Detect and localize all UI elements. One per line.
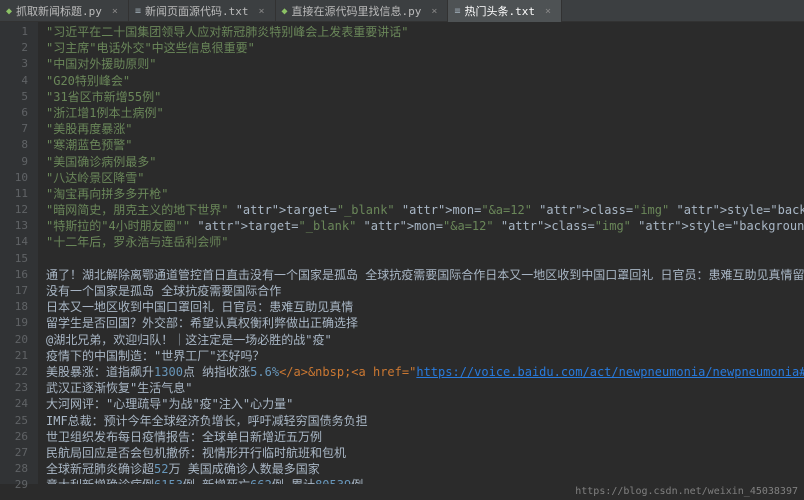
code-line: "十二年后，罗永浩与连岳利会师" [46,234,804,250]
text-file-icon: ≡ [135,6,141,17]
code-line: "G20特别峰会" [46,73,804,89]
line-number: 15 [0,251,28,267]
line-number: 25 [0,413,28,429]
code-line: 民航局回应是否会包机撤侨：视情形开行临时航班和包机 [46,445,804,461]
code-line: IMF总裁：预计今年全球经济负增长，呼吁减轻穷国债务负担 [46,413,804,429]
close-icon[interactable]: × [258,6,264,17]
line-number: 8 [0,137,28,153]
line-number: 18 [0,299,28,315]
code-line: 留学生是否回国？外交部：希望认真权衡利弊做出正确选择 [46,315,804,331]
python-file-icon: ◆ [282,6,288,17]
code-line: "中国对外援助原则" [46,56,804,72]
editor-tabs: ◆抓取新闻标题.py×≡新闻页面源代码.txt×◆直接在源代码里找信息.py×≡… [0,0,804,22]
tab-0[interactable]: ◆ 抓取新闻标题.py × [0,0,129,22]
line-number: 6 [0,105,28,121]
close-icon[interactable]: × [112,6,118,17]
code-line: 美股暴涨：道指飙升1300点 纳指收涨5.6%</a>&nbsp;<a href… [46,364,804,380]
tab-label: 抓取新闻标题.py [16,3,102,19]
tab-label: 直接在源代码里找信息.py [292,3,422,19]
line-number: 4 [0,73,28,89]
line-number: 28 [0,461,28,477]
code-line: 武汉正逐渐恢复"生活气息" [46,380,804,396]
line-number: 3 [0,56,28,72]
line-number: 9 [0,154,28,170]
code-line: 全球新冠肺炎确诊超52万 美国成确诊人数最多国家 [46,461,804,477]
code-line: "淘宝再向拼多多开枪" [46,186,804,202]
code-line: "特斯拉的"4小时朋友圈"" "attr">target="_blank" "a… [46,218,804,234]
line-number: 11 [0,186,28,202]
code-content[interactable]: "习近平在二十国集团领导人应对新冠肺炎特别峰会上发表重要讲话""习主席"电话外交… [38,22,804,484]
line-number: 22 [0,364,28,380]
tab-label: 热门头条.txt [464,3,535,19]
code-line: "习主席"电话外交"中这些信息很重要" [46,40,804,56]
line-gutter: 1234567891011121314151617181920212223242… [0,22,38,484]
editor-area: 1234567891011121314151617181920212223242… [0,22,804,484]
text-file-icon: ≡ [454,6,460,17]
code-line: 世卫组织发布每日疫情报告：全球单日新增近五万例 [46,429,804,445]
line-number: 26 [0,429,28,445]
line-number: 12 [0,202,28,218]
line-number: 20 [0,332,28,348]
line-number: 29 [0,477,28,493]
line-number: 21 [0,348,28,364]
code-line: 疫情下的中国制造："世界工厂"还好吗？ [46,348,804,364]
code-line: "习近平在二十国集团领导人应对新冠肺炎特别峰会上发表重要讲话" [46,24,804,40]
line-number: 13 [0,218,28,234]
code-line: "暗网简史，朋克主义的地下世界" "attr">target="_blank" … [46,202,804,218]
line-number: 2 [0,40,28,56]
line-number: 19 [0,315,28,331]
code-line: @湖北兄弟，欢迎归队！｜这注定是一场必胜的战"疫" [46,332,804,348]
code-line: 大河网评："心理疏导"为战"疫"注入"心力量" [46,396,804,412]
line-number: 17 [0,283,28,299]
line-number: 7 [0,121,28,137]
code-line: "寒潮蓝色预警" [46,137,804,153]
code-line: 意大利新增确诊病例6153例 新增死亡662例 累计80539例 [46,477,804,484]
tab-label: 新闻页面源代码.txt [145,3,249,19]
line-number: 16 [0,267,28,283]
code-line: "美股再度暴涨" [46,121,804,137]
line-number: 5 [0,89,28,105]
code-line: 通了！湖北解除离鄂通道管控首日直击没有一个国家是孤岛 全球抗疫需要国际合作日本又… [46,267,804,283]
line-number: 23 [0,380,28,396]
line-number: 14 [0,234,28,250]
code-line: "31省区市新增55例" [46,89,804,105]
status-bar: https://blog.csdn.net/weixin_45038397 [569,484,804,500]
line-number: 10 [0,170,28,186]
line-number: 27 [0,445,28,461]
tab-3[interactable]: ≡ 热门头条.txt × [448,0,562,22]
python-file-icon: ◆ [6,6,12,17]
line-number: 24 [0,396,28,412]
tab-2[interactable]: ◆ 直接在源代码里找信息.py × [276,0,449,22]
line-number: 1 [0,24,28,40]
code-line: "浙江增1例本土病例" [46,105,804,121]
code-line: 没有一个国家是孤岛 全球抗疫需要国际合作 [46,283,804,299]
tab-1[interactable]: ≡ 新闻页面源代码.txt × [129,0,276,22]
code-line: 日本又一地区收到中国口罩回礼 日官员：患难互助见真情 [46,299,804,315]
close-icon[interactable]: × [431,6,437,17]
code-line: "美国确诊病例最多" [46,154,804,170]
code-line: "八达岭景区降雪" [46,170,804,186]
code-line [46,251,804,267]
close-icon[interactable]: × [545,6,551,17]
